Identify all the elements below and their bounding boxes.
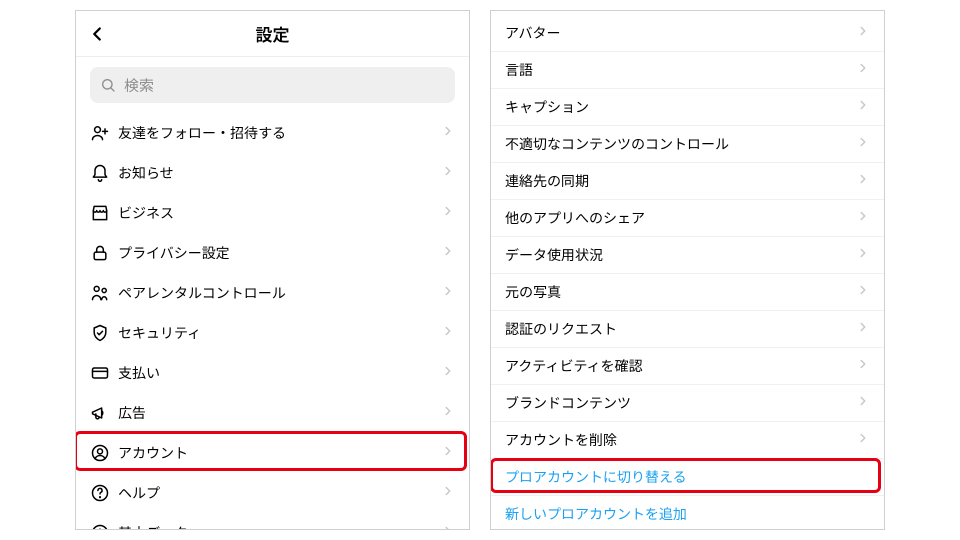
- parental-icon: [90, 283, 118, 303]
- account-item-label: データ使用状況: [505, 245, 856, 265]
- account-item-avatar[interactable]: アバター: [491, 15, 884, 52]
- settings-item-label: お知らせ: [118, 163, 441, 183]
- person-plus-icon: [90, 123, 118, 143]
- settings-item-account[interactable]: アカウント: [76, 433, 469, 473]
- account-item-label: キャプション: [505, 97, 856, 117]
- chevron-right-icon: [441, 163, 455, 183]
- chevron-right-icon: [441, 523, 455, 530]
- chevron-right-icon: [441, 203, 455, 223]
- chevron-right-icon: [441, 243, 455, 263]
- settings-item-follow-invite[interactable]: 友達をフォロー・招待する: [76, 113, 469, 153]
- account-screen: アバター言語キャプション不適切なコンテンツのコントロール連絡先の同期他のアプリへ…: [490, 10, 885, 530]
- chevron-right-icon: [856, 60, 870, 80]
- account-item-label: プロアカウントに切り替える: [505, 467, 870, 487]
- card-icon: [90, 363, 118, 383]
- settings-item-label: セキュリティ: [118, 323, 441, 343]
- account-item-label: ブランドコンテンツ: [505, 393, 856, 413]
- chevron-right-icon: [856, 171, 870, 191]
- account-item-label: 不適切なコンテンツのコントロール: [505, 134, 856, 154]
- account-item-data-usage[interactable]: データ使用状況: [491, 237, 884, 274]
- account-item-activity[interactable]: アクティビティを確認: [491, 348, 884, 385]
- chevron-right-icon: [856, 282, 870, 302]
- settings-item-label: 基本データ: [118, 523, 441, 530]
- chevron-right-icon: [441, 283, 455, 303]
- chevron-right-icon: [441, 443, 455, 463]
- account-item-label: 新しいプロアカウントを追加: [505, 504, 870, 524]
- settings-item-label: ペアレンタルコントロール: [118, 283, 441, 303]
- header: 設定: [76, 11, 469, 57]
- settings-item-label: アカウント: [118, 443, 441, 463]
- settings-item-label: 支払い: [118, 363, 441, 383]
- account-item-branded[interactable]: ブランドコンテンツ: [491, 385, 884, 422]
- settings-item-help[interactable]: ヘルプ: [76, 473, 469, 513]
- account-item-add-pro[interactable]: 新しいプロアカウントを追加: [491, 496, 884, 530]
- settings-item-privacy[interactable]: プライバシー設定: [76, 233, 469, 273]
- chevron-right-icon: [856, 319, 870, 339]
- account-list: アバター言語キャプション不適切なコンテンツのコントロール連絡先の同期他のアプリへ…: [491, 11, 884, 530]
- account-item-sharing[interactable]: 他のアプリへのシェア: [491, 200, 884, 237]
- page-title: 設定: [256, 21, 290, 46]
- chevron-right-icon: [441, 363, 455, 383]
- settings-item-security[interactable]: セキュリティ: [76, 313, 469, 353]
- chevron-right-icon: [856, 430, 870, 450]
- account-item-label: 言語: [505, 60, 856, 80]
- lock-icon: [90, 243, 118, 263]
- search-placeholder: 検索: [124, 75, 154, 96]
- account-item-label: アバター: [505, 23, 856, 43]
- settings-item-about[interactable]: 基本データ: [76, 513, 469, 530]
- settings-item-label: ヘルプ: [118, 483, 441, 503]
- chevron-right-icon: [441, 323, 455, 343]
- back-button[interactable]: [86, 11, 108, 57]
- shield-icon: [90, 323, 118, 343]
- account-item-label: アカウントを削除: [505, 430, 856, 450]
- settings-item-parental[interactable]: ペアレンタルコントロール: [76, 273, 469, 313]
- settings-item-label: 友達をフォロー・招待する: [118, 123, 441, 143]
- account-item-label: アクティビティを確認: [505, 356, 856, 376]
- store-icon: [90, 203, 118, 223]
- account-item-language[interactable]: 言語: [491, 52, 884, 89]
- account-item-contacts-sync[interactable]: 連絡先の同期: [491, 163, 884, 200]
- settings-item-payments[interactable]: 支払い: [76, 353, 469, 393]
- chevron-right-icon: [856, 97, 870, 117]
- account-item-label: 他のアプリへのシェア: [505, 208, 856, 228]
- info-icon: [90, 523, 118, 530]
- megaphone-icon: [90, 403, 118, 423]
- search-input[interactable]: 検索: [90, 67, 455, 103]
- settings-item-notifications[interactable]: お知らせ: [76, 153, 469, 193]
- bell-icon: [90, 163, 118, 183]
- settings-item-label: ビジネス: [118, 203, 441, 223]
- help-icon: [90, 483, 118, 503]
- settings-item-business[interactable]: ビジネス: [76, 193, 469, 233]
- settings-item-label: プライバシー設定: [118, 243, 441, 263]
- account-item-original-photos[interactable]: 元の写真: [491, 274, 884, 311]
- settings-item-ads[interactable]: 広告: [76, 393, 469, 433]
- search-icon: [100, 77, 116, 93]
- chevron-right-icon: [441, 123, 455, 143]
- chevron-right-icon: [856, 245, 870, 265]
- user-icon: [90, 443, 118, 463]
- chevron-left-icon: [86, 23, 108, 45]
- account-item-label: 認証のリクエスト: [505, 319, 856, 339]
- settings-list: 友達をフォロー・招待するお知らせビジネスプライバシー設定ペアレンタルコントロール…: [76, 113, 469, 530]
- chevron-right-icon: [856, 393, 870, 413]
- chevron-right-icon: [856, 23, 870, 43]
- account-item-delete-account[interactable]: アカウントを削除: [491, 422, 884, 459]
- account-item-sensitive[interactable]: 不適切なコンテンツのコントロール: [491, 126, 884, 163]
- account-item-label: 連絡先の同期: [505, 171, 856, 191]
- chevron-right-icon: [441, 483, 455, 503]
- account-item-label: 元の写真: [505, 282, 856, 302]
- account-item-switch-pro[interactable]: プロアカウントに切り替える: [491, 459, 884, 496]
- account-item-verification[interactable]: 認証のリクエスト: [491, 311, 884, 348]
- chevron-right-icon: [856, 356, 870, 376]
- account-item-captions[interactable]: キャプション: [491, 89, 884, 126]
- chevron-right-icon: [856, 208, 870, 228]
- settings-screen: 設定 検索 友達をフォロー・招待するお知らせビジネスプライバシー設定ペアレンタル…: [75, 10, 470, 530]
- chevron-right-icon: [856, 134, 870, 154]
- chevron-right-icon: [441, 403, 455, 423]
- settings-item-label: 広告: [118, 403, 441, 423]
